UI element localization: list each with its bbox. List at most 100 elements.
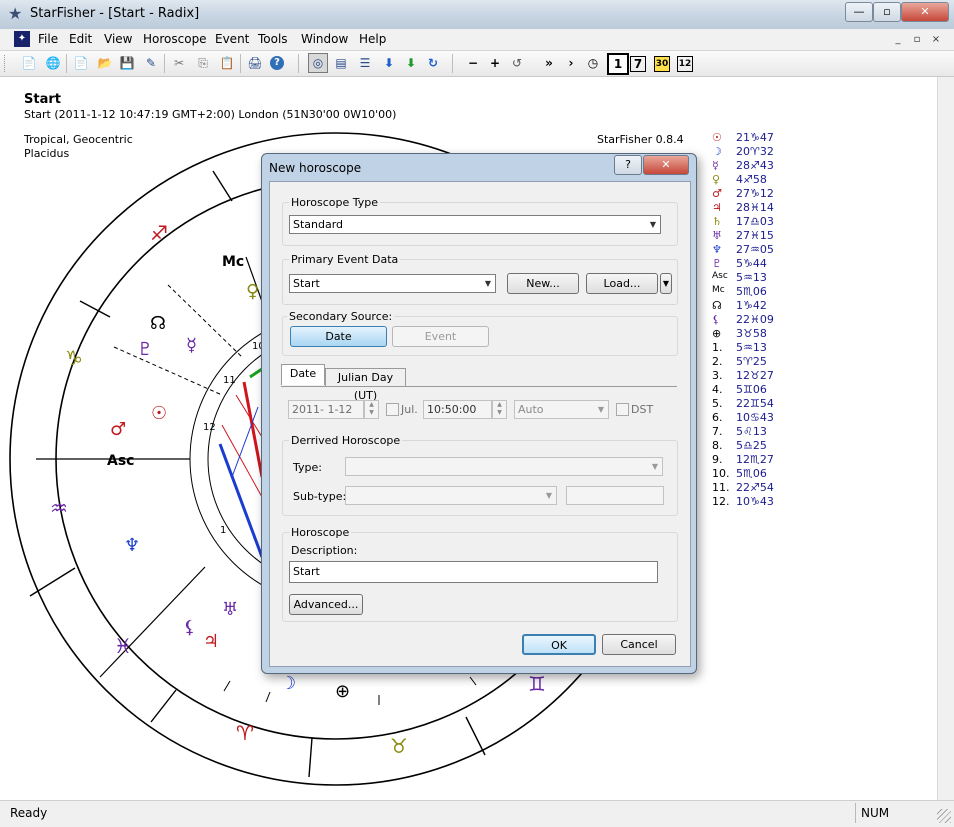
menu-tools[interactable]: Tools <box>258 32 288 46</box>
dst-checkbox[interactable] <box>616 403 629 416</box>
status-text: Ready <box>10 806 48 820</box>
resize-grip[interactable] <box>937 809 951 823</box>
sign-pisces: ♓ <box>114 634 132 658</box>
dialog-title: New horoscope <box>269 161 362 175</box>
house-number-1: 1 <box>220 525 226 536</box>
cancel-button[interactable]: Cancel <box>602 634 676 655</box>
time-field[interactable]: 10:50:00 <box>423 400 492 419</box>
jupiter-glyph: ♃ <box>203 631 219 652</box>
month-step-icon[interactable]: 30 <box>654 56 670 72</box>
north-node-glyph: ☊ <box>150 313 166 334</box>
zoom-in-icon[interactable]: + <box>486 54 504 72</box>
status-bar: Ready NUM <box>0 800 954 827</box>
print-icon[interactable]: 🖨 <box>246 54 264 72</box>
ok-button[interactable]: OK <box>522 634 596 655</box>
clock-icon[interactable]: ◷ <box>584 54 602 72</box>
load-event-button[interactable]: Load... <box>586 273 658 294</box>
julian-checkbox[interactable] <box>386 403 399 416</box>
minimize-button[interactable]: — <box>845 2 873 22</box>
secondary-date-button[interactable]: Date <box>290 326 387 347</box>
cut-icon[interactable]: ✂ <box>170 54 188 72</box>
tab-julian-day[interactable]: Julian Day (UT) <box>325 368 406 402</box>
horoscope-type-select[interactable]: Standard ▼ <box>289 215 661 234</box>
sun-glyph: ☉ <box>151 403 167 424</box>
derived-extra-field[interactable] <box>566 486 664 505</box>
secondary-source-label: Secondary Source: <box>287 310 395 323</box>
mdi-restore-button[interactable]: ▫ <box>909 33 925 47</box>
uranus-glyph: ♅ <box>222 599 238 620</box>
menu-view[interactable]: View <box>104 32 132 46</box>
new-file-icon[interactable]: 📄 <box>72 54 90 72</box>
part-of-fortune-glyph: ⊕ <box>335 681 350 702</box>
arrow-down-green-icon[interactable]: ⬇ <box>402 54 420 72</box>
new-location-icon[interactable]: 🌐 <box>44 54 62 72</box>
sign-sagittarius: ♐ <box>150 221 168 245</box>
window-title: StarFisher - [Start - Radix] <box>30 6 200 21</box>
day-step-icon[interactable]: 1 <box>607 53 629 75</box>
menu-horoscope[interactable]: Horoscope <box>143 32 207 46</box>
derived-horoscope-label: Derrived Horoscope <box>289 434 403 447</box>
description-input[interactable]: Start <box>289 561 658 583</box>
toolbar-separator <box>452 54 453 73</box>
toolbar-separator <box>66 54 67 73</box>
mars-glyph: ♂ <box>110 419 126 440</box>
sign-aries: ♈ <box>236 721 254 745</box>
arrow-down-blue-icon[interactable]: ⬇ <box>380 54 398 72</box>
mdi-close-button[interactable]: × <box>928 33 944 47</box>
help-icon[interactable]: ? <box>270 56 284 70</box>
menu-event[interactable]: Event <box>215 32 249 46</box>
date-field[interactable]: 2011- 1-12 <box>288 400 364 419</box>
text-report-icon[interactable]: ☰ <box>356 54 374 72</box>
copy-icon[interactable]: ⎘ <box>194 54 212 72</box>
menu-edit[interactable]: Edit <box>69 32 92 46</box>
neptune-glyph: ♆ <box>124 535 140 556</box>
save-icon[interactable]: 💾 <box>118 54 136 72</box>
primary-event-label: Primary Event Data <box>289 253 401 266</box>
paste-icon[interactable]: 📋 <box>218 54 236 72</box>
app-star-icon: ★ <box>8 4 23 23</box>
derived-type-select[interactable]: ▼ <box>345 457 663 476</box>
moon-glyph: ☽ <box>280 673 296 694</box>
wheel-view-icon[interactable]: ◎ <box>308 53 328 73</box>
aspect-grid-icon[interactable]: ▤ <box>332 54 350 72</box>
step-icon[interactable]: › <box>562 54 580 72</box>
load-dropdown-button[interactable]: ▼ <box>660 273 672 294</box>
menu-help[interactable]: Help <box>359 32 386 46</box>
vertical-scrollbar[interactable] <box>937 77 954 800</box>
sign-taurus: ♉ <box>390 734 408 758</box>
horoscope-label: Horoscope <box>289 526 352 539</box>
advanced-button[interactable]: Advanced... <box>289 594 363 615</box>
zoom-out-icon[interactable]: − <box>464 54 482 72</box>
close-button[interactable]: ✕ <box>901 2 949 22</box>
week-step-icon[interactable]: 7 <box>630 56 646 72</box>
primary-event-select[interactable]: Start ▼ <box>289 274 496 293</box>
date-spinner[interactable]: ▲ ▼ <box>364 400 379 419</box>
open-folder-icon[interactable]: 📂 <box>96 54 114 72</box>
dialog-close-button[interactable]: ✕ <box>643 155 689 175</box>
step-fast-icon[interactable]: » <box>540 54 558 72</box>
sign-aquarius: ♒ <box>50 496 68 520</box>
timezone-select[interactable]: Auto ▼ <box>514 400 609 419</box>
title-bar: ★ StarFisher - [Start - Radix] — ▫ ✕ <box>0 0 954 30</box>
menu-file[interactable]: File <box>38 32 58 46</box>
derived-subtype-select[interactable]: ▼ <box>345 486 557 505</box>
refresh-icon[interactable]: ↻ <box>424 54 442 72</box>
house-number-12: 12 <box>203 422 216 433</box>
edit-icon[interactable]: ✎ <box>142 54 160 72</box>
maximize-button[interactable]: ▫ <box>873 2 901 22</box>
dialog-help-button[interactable]: ? <box>614 155 642 175</box>
menu-window[interactable]: Window <box>301 32 348 46</box>
time-spinner[interactable]: ▲ ▼ <box>492 400 507 419</box>
mdi-minimize-button[interactable]: _ <box>890 33 906 47</box>
new-event-button[interactable]: New... <box>507 273 579 294</box>
document-icon[interactable]: ✦ <box>14 31 30 47</box>
year-step-icon[interactable]: 12 <box>677 56 693 72</box>
reset-icon[interactable]: ↺ <box>508 54 526 72</box>
toolbar: 📄 🌐 📄 📂 💾 ✎ ✂ ⎘ 📋 🖨 ? ◎ ▤ ☰ ⬇ ⬇ ↻ − + ↺ … <box>0 51 954 77</box>
new-chart-icon[interactable]: 📄 <box>20 54 38 72</box>
chevron-down-icon: ▼ <box>545 491 552 500</box>
tab-date[interactable]: Date <box>281 364 325 385</box>
toolbar-separator <box>164 54 165 73</box>
mc-label: Mc <box>222 254 244 270</box>
secondary-event-button[interactable]: Event <box>392 326 489 347</box>
